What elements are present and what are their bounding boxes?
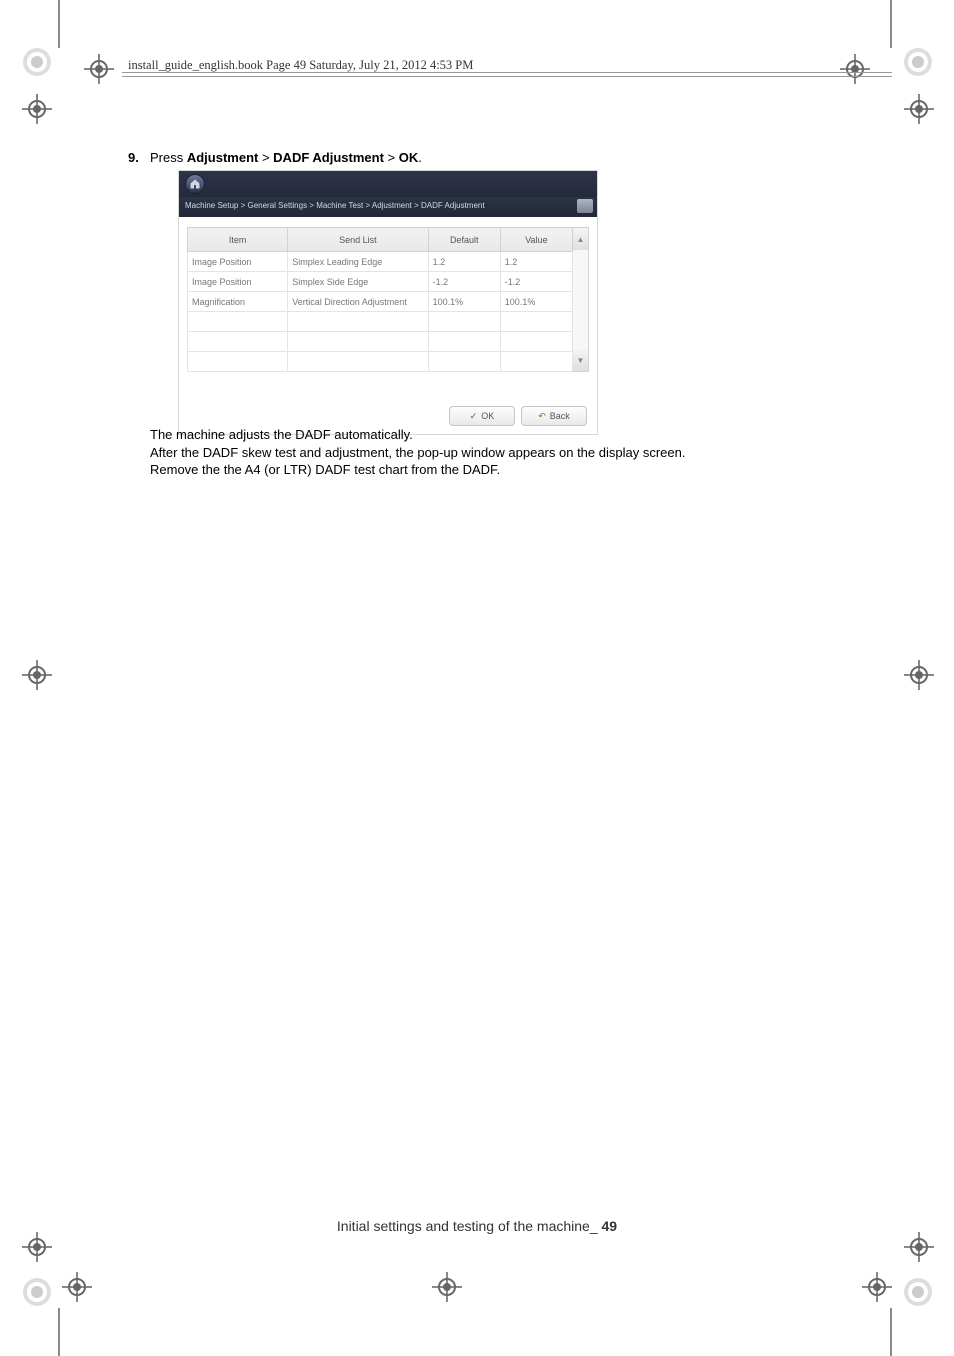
cell-value: 100.1% — [500, 292, 572, 312]
footer-page-number: 49 — [602, 1218, 618, 1234]
cell-default: -1.2 — [428, 272, 500, 292]
header-rule — [122, 72, 892, 73]
cell-value: -1.2 — [500, 272, 572, 292]
back-label: Back — [550, 411, 570, 421]
table-scrollbar[interactable]: ▲ ▼ — [573, 227, 589, 372]
check-icon: ✓ — [470, 411, 478, 422]
footer-sep: _ — [590, 1218, 602, 1234]
step-prefix: Press — [150, 150, 187, 165]
page-footer: Initial settings and testing of the mach… — [0, 1218, 954, 1234]
cropcircle-tr2 — [904, 94, 934, 124]
ui-breadcrumb: Machine Setup > General Settings > Machi… — [179, 197, 597, 214]
th-default: Default — [428, 228, 500, 252]
ui-titlebar — [179, 171, 597, 197]
ui-body: Item Send List Default Value Image Posit… — [179, 217, 597, 400]
body-line-1: The machine adjusts the DADF automatical… — [150, 426, 870, 444]
undo-icon: ↶ — [538, 411, 546, 422]
regmark-top-right-outer — [896, 40, 940, 84]
step-sep2: > — [384, 150, 399, 165]
table-row — [188, 352, 573, 372]
cell-send: Vertical Direction Adjustment — [288, 292, 428, 312]
crop-bottom-right-v — [890, 1308, 892, 1356]
table-row — [188, 332, 573, 352]
table-row — [188, 312, 573, 332]
header-rule-2 — [122, 76, 892, 77]
step-instruction: Press Adjustment > DADF Adjustment > OK. — [150, 150, 422, 165]
regmark-top-left-outer — [15, 40, 59, 84]
cropcircle-tl2 — [22, 94, 52, 124]
regmark-bottom-right-outer — [896, 1270, 940, 1314]
running-head: install_guide_english.book Page 49 Satur… — [128, 58, 473, 73]
step-b2: DADF Adjustment — [273, 150, 384, 165]
table-row[interactable]: Image Position Simplex Leading Edge 1.2 … — [188, 252, 573, 272]
ok-label: OK — [481, 411, 494, 421]
ui-screenshot: Machine Setup > General Settings > Machi… — [178, 170, 598, 435]
step-number: 9. — [128, 150, 139, 165]
body-line-2: After the DADF skew test and adjustment,… — [150, 444, 870, 462]
regmark-bottom-left-outer — [15, 1270, 59, 1314]
cropcircle-tr-inner — [840, 54, 870, 84]
adjustment-table: Item Send List Default Value Image Posit… — [187, 227, 573, 372]
th-item: Item — [188, 228, 288, 252]
cell-send: Simplex Side Edge — [288, 272, 428, 292]
th-value: Value — [500, 228, 572, 252]
cell-default: 100.1% — [428, 292, 500, 312]
scroll-up-icon[interactable]: ▲ — [573, 228, 588, 250]
scroll-down-icon[interactable]: ▼ — [573, 349, 588, 371]
cropcircle-bl2 — [22, 1232, 52, 1262]
body-paragraph: The machine adjusts the DADF automatical… — [150, 426, 870, 479]
crop-bottom-left-v — [58, 1308, 60, 1356]
body-line-3: Remove the the A4 (or LTR) DADF test cha… — [150, 461, 870, 479]
ui-breadcrumb-right-button[interactable] — [577, 199, 593, 213]
ok-button[interactable]: ✓ OK — [449, 406, 515, 426]
scroll-track[interactable] — [573, 250, 588, 349]
cropcircle-br2 — [904, 1232, 934, 1262]
step-b1: Adjustment — [187, 150, 259, 165]
cell-send: Simplex Leading Edge — [288, 252, 428, 272]
ui-breadcrumb-bar: Machine Setup > General Settings > Machi… — [179, 197, 597, 217]
cell-default: 1.2 — [428, 252, 500, 272]
footer-chapter: Initial settings and testing of the mach… — [337, 1218, 590, 1234]
cropcircle-bl-inner — [62, 1272, 92, 1302]
cropcircle-br-inner — [862, 1272, 892, 1302]
cell-item: Image Position — [188, 252, 288, 272]
step-sep1: > — [258, 150, 273, 165]
cropcircle-bc — [432, 1272, 462, 1302]
crop-top-right-v — [890, 0, 892, 48]
cropcircle-mr — [904, 660, 934, 690]
table-row[interactable]: Image Position Simplex Side Edge -1.2 -1… — [188, 272, 573, 292]
cell-item: Magnification — [188, 292, 288, 312]
th-send-list: Send List — [288, 228, 428, 252]
table-row[interactable]: Magnification Vertical Direction Adjustm… — [188, 292, 573, 312]
cropcircle-tl-inner — [84, 54, 114, 84]
back-button[interactable]: ↶ Back — [521, 406, 587, 426]
cell-value: 1.2 — [500, 252, 572, 272]
cell-item: Image Position — [188, 272, 288, 292]
crop-top-left-v — [58, 0, 60, 48]
step-b3: OK — [399, 150, 419, 165]
step-suffix: . — [418, 150, 422, 165]
cropcircle-ml — [22, 660, 52, 690]
home-icon[interactable] — [185, 174, 205, 194]
